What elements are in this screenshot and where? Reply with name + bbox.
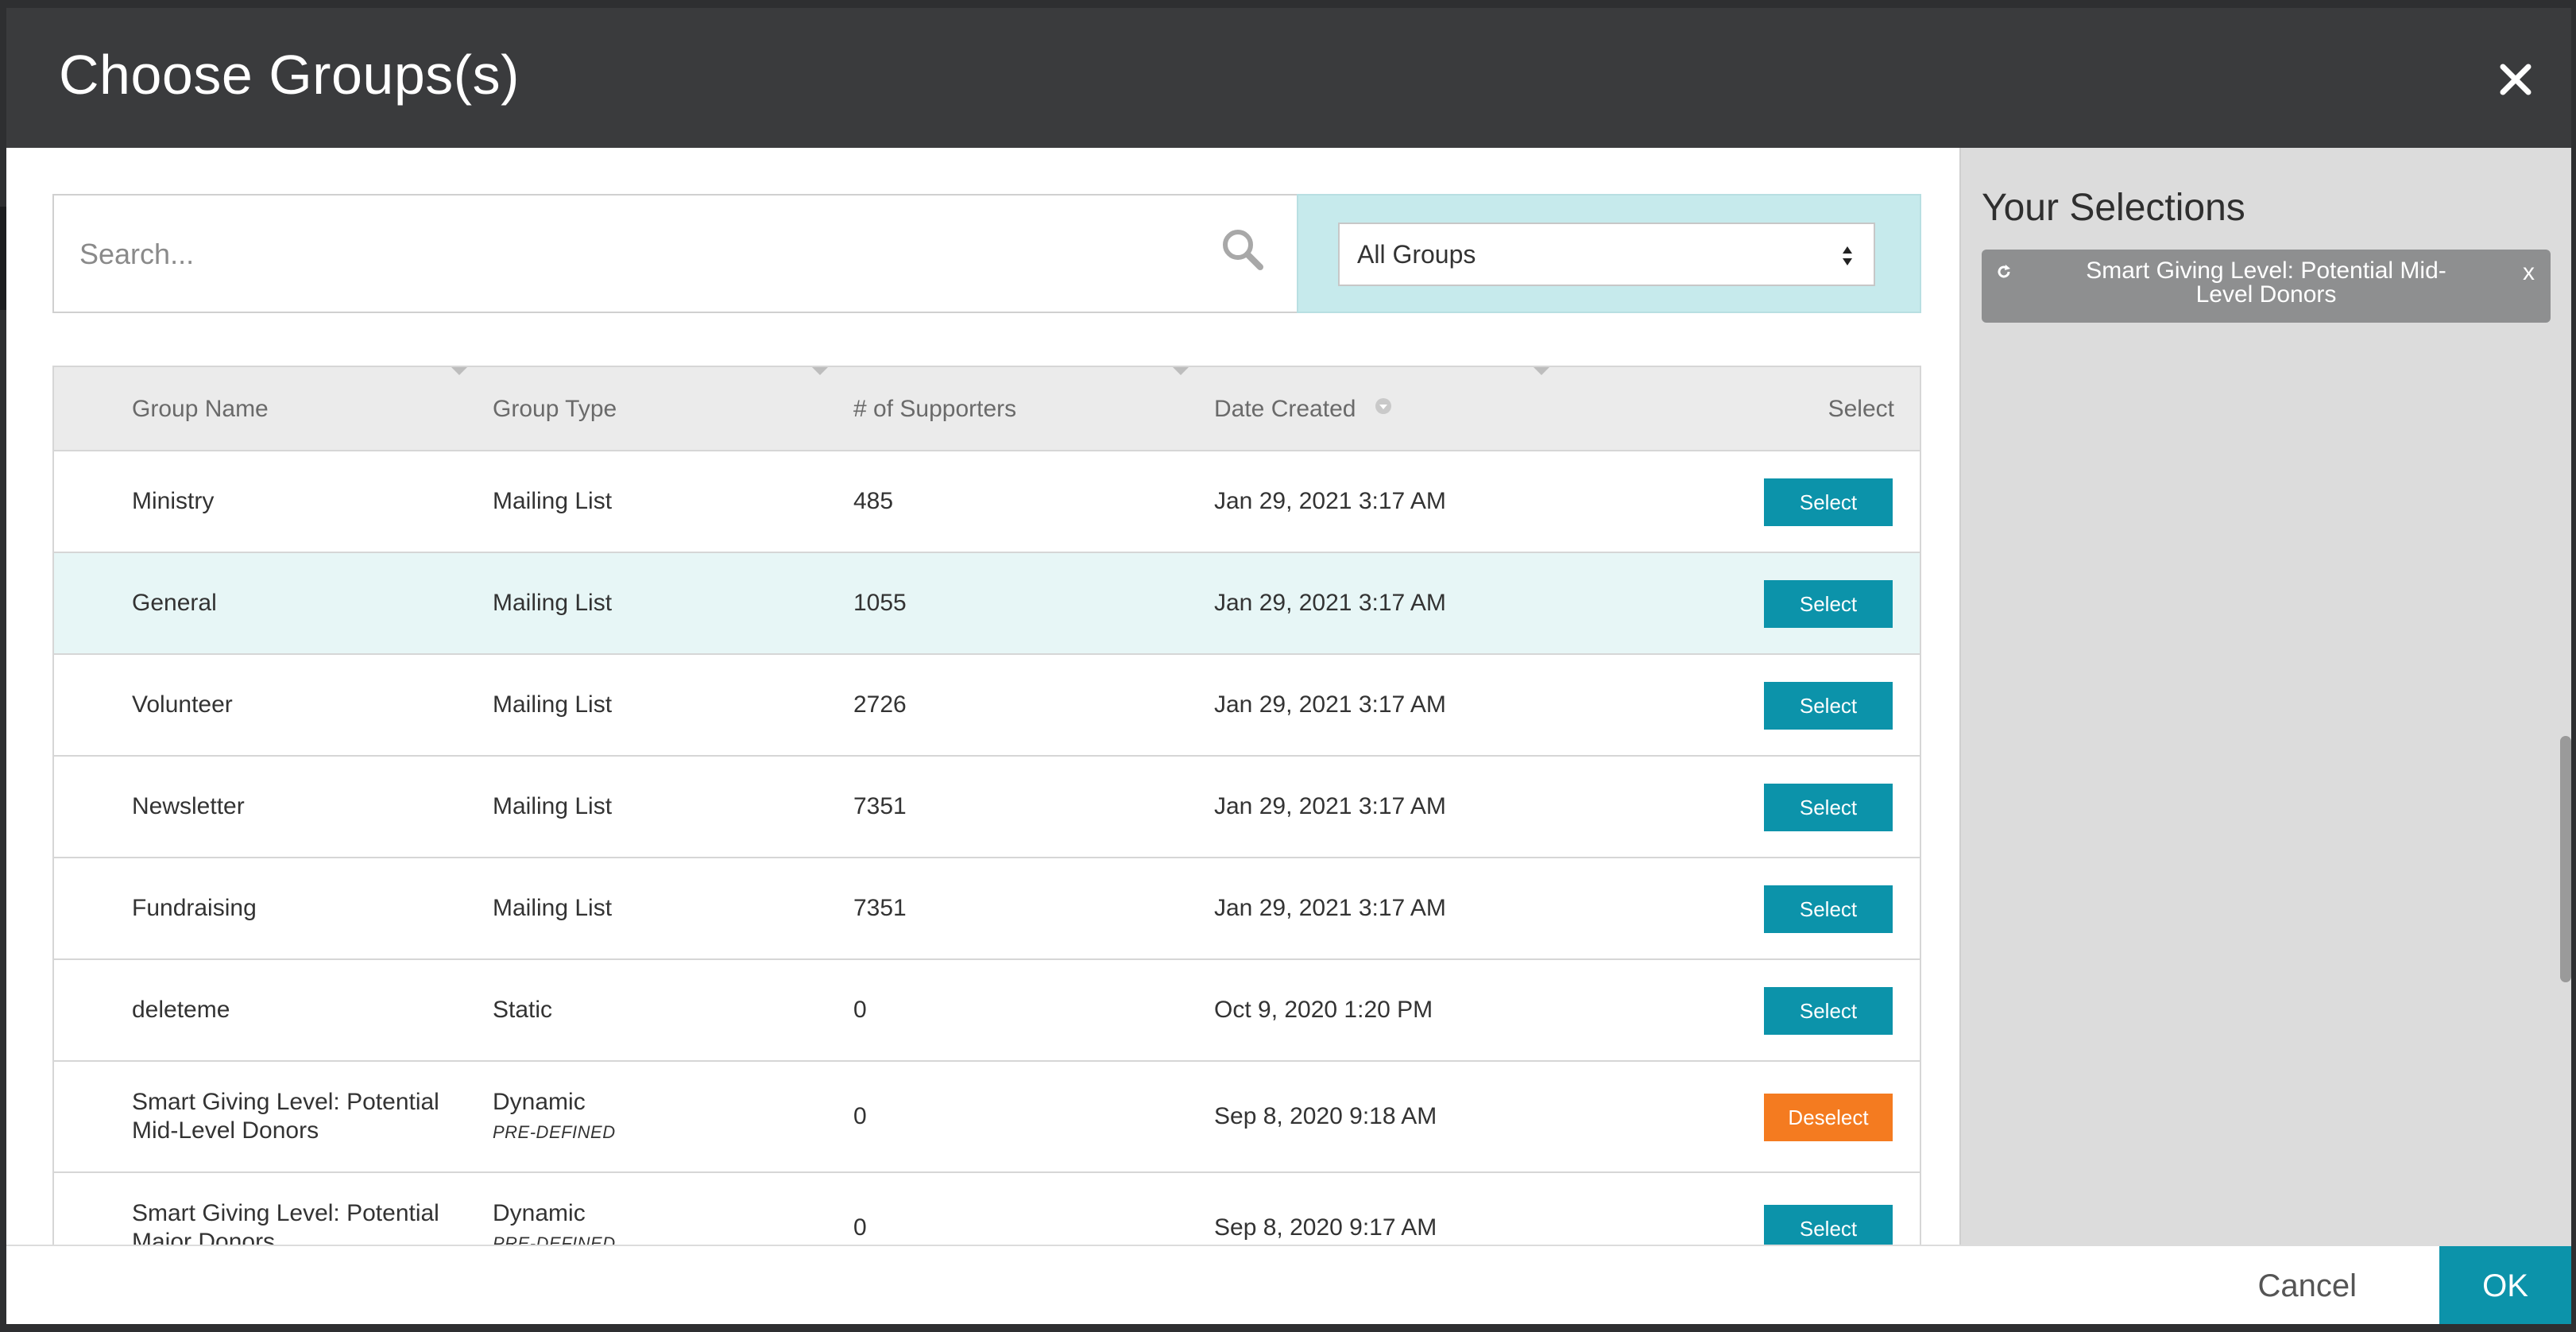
date-created-cell: Jan 29, 2021 3:17 AM	[1214, 895, 1446, 921]
supporters-cell: 0	[853, 1214, 867, 1241]
select-button[interactable]: Select	[1764, 682, 1893, 730]
group-filter-select[interactable]: All Groups	[1338, 223, 1875, 286]
sort-desc-icon[interactable]	[1375, 397, 1392, 415]
table-row: Smart Giving Level: Potential Major Dono…	[52, 1173, 1921, 1249]
ok-button[interactable]: OK	[2439, 1246, 2571, 1324]
group-type-cell: Mailing List	[493, 895, 613, 921]
group-name-cell: Ministry	[132, 488, 215, 514]
supporters-cell: 0	[853, 997, 867, 1023]
sort-caret-icon[interactable]	[812, 367, 828, 375]
refresh-icon	[1994, 262, 2013, 281]
supporters-cell: 7351	[853, 793, 907, 819]
select-button[interactable]: Select	[1764, 784, 1893, 831]
supporters-cell: 485	[853, 488, 894, 514]
group-type-cell: Dynamic	[493, 1089, 586, 1115]
table-row: Volunteer Mailing List 2726 Jan 29, 2021…	[52, 655, 1921, 757]
sort-caret-icon[interactable]	[451, 367, 467, 375]
date-created-cell: Jan 29, 2021 3:17 AM	[1214, 793, 1446, 819]
scrollbar[interactable]	[2560, 736, 2571, 982]
supporters-cell: 2726	[853, 691, 907, 718]
supporters-cell: 7351	[853, 895, 907, 921]
search-icon[interactable]	[1219, 226, 1267, 273]
selections-panel: Your Selections Smart Giving Level: Pote…	[1959, 148, 2571, 1249]
filter-area: All Groups	[1297, 194, 1921, 313]
selection-chip[interactable]: Smart Giving Level: Potential Mid- Level…	[1982, 250, 2551, 323]
group-type-cell: Mailing List	[493, 590, 613, 616]
groups-pane: All Groups Group Name Gro	[6, 148, 1959, 1249]
select-button[interactable]: Select	[1764, 885, 1893, 933]
select-button[interactable]: Select	[1764, 1205, 1893, 1249]
date-created-cell: Sep 8, 2020 9:18 AM	[1214, 1103, 1437, 1129]
group-subtype-label: PRE-DEFINED	[493, 1122, 616, 1142]
selection-chip-line1: Smart Giving Level: Potential Mid-	[2086, 257, 2446, 284]
table-row: deleteme Static 0 Oct 9, 2020 1:20 PM Se…	[52, 960, 1921, 1062]
supporters-cell: 1055	[853, 590, 907, 616]
header-select: Select	[1828, 396, 1894, 422]
group-name-cell: Volunteer	[132, 691, 233, 718]
header-supporters[interactable]: # of Supporters	[853, 396, 1016, 423]
group-type-cell: Mailing List	[493, 691, 613, 718]
selection-chip-label: Smart Giving Level: Potential Mid- Level…	[2029, 259, 2503, 307]
remove-selection-button[interactable]: x	[2523, 259, 2535, 286]
selections-title: Your Selections	[1982, 187, 2245, 229]
group-name-cell: Smart Giving Level: Potential	[132, 1089, 439, 1115]
search-input[interactable]	[78, 196, 1193, 313]
header-date-created[interactable]: Date Created	[1214, 396, 1356, 423]
table-row: Newsletter Mailing List 7351 Jan 29, 202…	[52, 757, 1921, 858]
group-name-cell: Fundraising	[132, 895, 257, 921]
table-row: Smart Giving Level: Potential Mid-Level …	[52, 1062, 1921, 1173]
select-button[interactable]: Select	[1764, 478, 1893, 526]
date-created-cell: Oct 9, 2020 1:20 PM	[1214, 997, 1433, 1023]
sort-caret-icon[interactable]	[1173, 367, 1189, 375]
group-filter-value: All Groups	[1357, 240, 1476, 269]
group-type-cell: Dynamic	[493, 1200, 586, 1226]
group-name-cell: Smart Giving Level: Potential	[132, 1200, 439, 1226]
cancel-button[interactable]: Cancel	[2257, 1268, 2357, 1304]
table-row: General Mailing List 1055 Jan 29, 2021 3…	[52, 553, 1921, 655]
close-icon[interactable]	[2492, 56, 2539, 103]
selection-chip-line2: Level Donors	[2195, 281, 2337, 308]
group-name-cell: deleteme	[132, 997, 230, 1023]
date-created-cell: Sep 8, 2020 9:17 AM	[1214, 1214, 1437, 1241]
table-header: Group Name Group Type # of Supporters Da…	[52, 366, 1921, 451]
dialog-header: Choose Groups(s)	[6, 8, 2571, 148]
select-button[interactable]: Select	[1764, 580, 1893, 628]
select-button[interactable]: Select	[1764, 987, 1893, 1035]
dialog-content: All Groups Group Name Gro	[6, 148, 2571, 1249]
date-created-cell: Jan 29, 2021 3:17 AM	[1214, 590, 1446, 616]
table-row: Ministry Mailing List 485 Jan 29, 2021 3…	[52, 451, 1921, 553]
groups-table: Group Name Group Type # of Supporters Da…	[52, 366, 1921, 1249]
group-type-cell: Mailing List	[493, 488, 613, 514]
group-name-cell: General	[132, 590, 217, 616]
supporters-cell: 0	[853, 1103, 867, 1129]
group-type-cell: Static	[493, 997, 553, 1023]
select-arrows-icon	[1840, 240, 1855, 272]
group-type-cell: Mailing List	[493, 793, 613, 819]
table-row: Fundraising Mailing List 7351 Jan 29, 20…	[52, 858, 1921, 960]
choose-groups-dialog: Choose Groups(s) All Groups	[6, 8, 2571, 1324]
group-name-cell-line2: Mid-Level Donors	[132, 1117, 319, 1144]
dialog-footer: Cancel OK	[6, 1245, 2571, 1324]
search-box	[52, 194, 1298, 313]
date-created-cell: Jan 29, 2021 3:17 AM	[1214, 488, 1446, 514]
deselect-button[interactable]: Deselect	[1764, 1094, 1893, 1141]
dialog-title: Choose Groups(s)	[59, 44, 520, 106]
header-group-type[interactable]: Group Type	[493, 396, 617, 423]
date-created-cell: Jan 29, 2021 3:17 AM	[1214, 691, 1446, 718]
sort-caret-icon[interactable]	[1534, 367, 1549, 375]
header-group-name[interactable]: Group Name	[132, 396, 269, 423]
group-name-cell: Newsletter	[132, 793, 245, 819]
